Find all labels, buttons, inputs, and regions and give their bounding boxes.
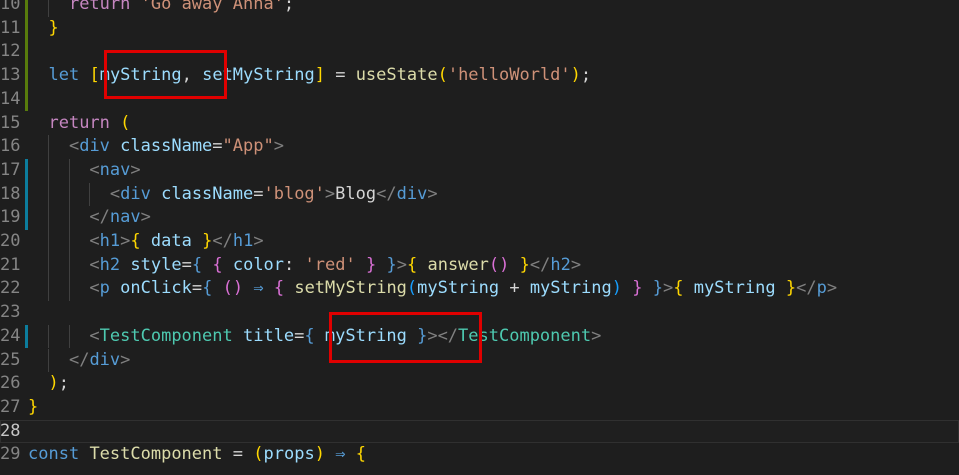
code-line[interactable]: 11 } bbox=[0, 16, 959, 41]
code-line[interactable]: 17 <nav> bbox=[0, 158, 959, 183]
code-line[interactable]: 12 bbox=[0, 40, 959, 65]
line-number: 23 bbox=[0, 302, 21, 323]
code-line[interactable]: 15 return ( bbox=[0, 112, 959, 136]
line-number: 15 bbox=[0, 112, 21, 133]
line-number: 18 bbox=[0, 183, 21, 204]
line-number: 19 bbox=[0, 207, 21, 228]
code-text: const TestComponent = (props) ⇒ { bbox=[28, 444, 366, 465]
line-number: 24 bbox=[0, 325, 21, 346]
code-line[interactable]: 13 let [myString, setMyString] = useStat… bbox=[0, 64, 959, 88]
line-number: 27 bbox=[0, 396, 21, 417]
line-number: 13 bbox=[0, 65, 21, 86]
code-text: <h2 style={ { color: 'red' } }>{ answer(… bbox=[89, 254, 582, 275]
code-line[interactable]: 28 bbox=[0, 419, 959, 444]
code-line[interactable]: 18 <div className='blog'>Blog</div> bbox=[0, 182, 959, 207]
line-number: 28 bbox=[0, 420, 21, 441]
code-text: } bbox=[48, 17, 59, 38]
code-line[interactable]: 26 ); bbox=[0, 372, 959, 396]
line-number: 14 bbox=[0, 88, 21, 109]
modified-line-indicator bbox=[25, 40, 28, 65]
code-text: <div className="App"> bbox=[68, 136, 284, 157]
code-line[interactable]: 21 <h2 style={ { color: 'red' } }>{ answ… bbox=[0, 253, 959, 278]
line-number: 21 bbox=[0, 254, 21, 275]
code-line[interactable]: 10 return 'Go away Anna'; bbox=[0, 0, 959, 17]
code-text: return ( bbox=[48, 112, 131, 133]
code-text: } bbox=[28, 396, 39, 417]
code-text: <nav> bbox=[89, 159, 141, 180]
code-line[interactable]: 22 <p onClick={ () ⇒ { setMyString(myStr… bbox=[0, 277, 959, 302]
code-line[interactable]: 27} bbox=[0, 396, 959, 420]
line-number: 10 bbox=[0, 0, 21, 14]
line-number: 12 bbox=[0, 41, 21, 62]
line-number: 11 bbox=[0, 17, 21, 38]
code-text: </div> bbox=[68, 349, 131, 370]
code-line[interactable]: 16 <div className="App"> bbox=[0, 135, 959, 159]
code-editor[interactable]: 10 return 'Go away Anna'; 11 } 12 13 let [m… bbox=[0, 0, 959, 475]
line-number: 16 bbox=[0, 136, 21, 157]
line-number: 25 bbox=[0, 349, 21, 370]
code-text: <p onClick={ () ⇒ { setMyString(myString… bbox=[89, 278, 838, 299]
code-text: <div className='blog'>Blog</div> bbox=[109, 183, 438, 204]
code-text: </nav> bbox=[89, 207, 151, 228]
line-number: 26 bbox=[0, 373, 21, 394]
code-line[interactable]: 19 </nav> bbox=[0, 206, 959, 230]
modified-line-indicator bbox=[25, 87, 28, 112]
code-text: <TestComponent title={ myString }></Test… bbox=[89, 325, 602, 346]
code-line[interactable]: 24 <TestComponent title={ myString }></T… bbox=[0, 324, 959, 349]
line-number: 22 bbox=[0, 278, 21, 299]
line-number: 20 bbox=[0, 231, 21, 251]
line-number: 29 bbox=[0, 444, 21, 465]
code-line[interactable]: 29 const TestComponent = (props) ⇒ { bbox=[0, 443, 959, 467]
code-text: <h1>{ data }</h1> bbox=[89, 231, 264, 251]
code-text: let [myString, setMyString] = useState('… bbox=[48, 65, 592, 86]
code-text: ); bbox=[48, 373, 69, 394]
code-line[interactable]: 25 </div> bbox=[0, 348, 959, 373]
code-text: return 'Go away Anna'; bbox=[68, 0, 295, 14]
line-number: 17 bbox=[0, 159, 21, 180]
code-line[interactable]: 23 bbox=[0, 301, 959, 325]
code-line[interactable]: 20 <h1>{ data }</h1> bbox=[0, 230, 959, 254]
code-line[interactable]: 14 bbox=[0, 87, 959, 112]
